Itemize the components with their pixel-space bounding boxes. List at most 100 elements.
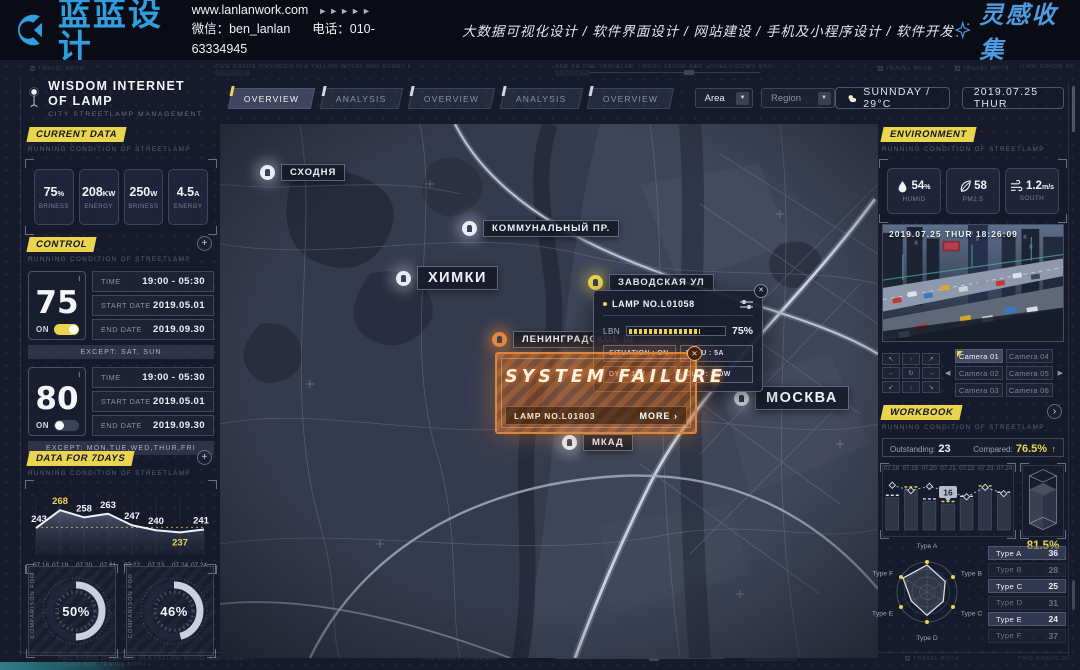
svg-text:247: 247 — [124, 511, 140, 522]
svg-text:237: 237 — [172, 537, 188, 548]
tab-analysis-1[interactable]: ANALYSIS — [320, 88, 403, 109]
website-link[interactable]: www.lanlanwork.com — [192, 3, 309, 17]
lanlan-logo-icon — [18, 10, 50, 50]
lamp-pin[interactable] — [396, 271, 411, 286]
lamp-pin[interactable] — [260, 165, 275, 180]
right-scrollbar[interactable] — [1072, 86, 1075, 132]
svg-text:263: 263 — [100, 500, 116, 511]
pan-down-left-button[interactable]: ↙ — [882, 381, 900, 393]
camera-next-button[interactable]: ▶ — [1057, 369, 1064, 377]
pan-right-button[interactable]: → — [922, 367, 940, 379]
schedule-toggle-2[interactable] — [54, 420, 79, 431]
system-failure-popup: ✕ SYSTEM FAILURE LAMP NO.L01803 MORE › — [495, 352, 697, 434]
type-row-f[interactable]: Type F37 — [988, 629, 1066, 643]
control-add-button[interactable]: + — [197, 236, 212, 251]
lamp-pin[interactable] — [562, 435, 577, 450]
tab-overview-2[interactable]: OVERVIEW — [407, 88, 495, 109]
reset-view-button[interactable]: ↻ — [902, 367, 920, 379]
failure-title: SYSTEM FAILURE — [505, 367, 687, 387]
control-group-2: ⌇ 80 ON TIME19:00 - 05:30 START DATE2019… — [28, 367, 214, 436]
left-frame-line — [20, 82, 21, 656]
camera-02-button[interactable]: Camera 02 — [955, 366, 1002, 380]
workbook-subtitle: RUNNING CONDITION OF STREETLAMP — [882, 424, 1064, 431]
workbook-bar-chart: 16 — [882, 465, 1014, 537]
inspiration-collect[interactable]: 灵感收集 — [954, 0, 1062, 65]
wind-card: 1.2m/s SOUTH — [1005, 168, 1059, 214]
type-row-b[interactable]: Type B28 — [988, 563, 1066, 577]
environment-panel: ENVIRONMENT RUNNING CONDITION OF STREETL… — [882, 124, 1064, 220]
pan-up-right-button[interactable]: ↗ — [922, 353, 940, 365]
control-panel: CONTROL + RUNNING CONDITION OF STREETLAM… — [28, 234, 214, 455]
camera-03-button[interactable]: Camera 03 — [955, 383, 1002, 397]
tab-overview-1[interactable]: OVERVIEW — [228, 88, 316, 109]
dashboard: TRAVEL BOTH TWO ROADS DIVERGED IN A YELL… — [0, 60, 1080, 670]
lamp-pin[interactable] — [462, 221, 477, 236]
mini-lamp-icon: ⌇ — [78, 275, 81, 283]
chevron-down-icon: ▼ — [818, 92, 831, 105]
type-row-e[interactable]: Type E24 — [988, 612, 1066, 626]
lamp-pin-failure[interactable] — [492, 332, 507, 347]
lamp-pin-warning[interactable] — [588, 275, 603, 290]
camera-06-button[interactable]: Camera 06 — [1006, 383, 1053, 397]
time-row: TIME19:00 - 05:30 — [92, 367, 214, 388]
camera-05-button[interactable]: Camera 05 — [1006, 366, 1053, 380]
pan-down-button[interactable]: ↓ — [902, 381, 920, 393]
pan-up-left-button[interactable]: ↖ — [882, 353, 900, 365]
seven-day-add-button[interactable]: + — [197, 450, 212, 465]
current-data-panel: CURRENT DATA RUNNING CONDITION OF STREET… — [28, 124, 214, 232]
map-label-shodnya: СХОДНЯ — [260, 164, 345, 181]
environment-cards: 54% HUMID 58 PM2.5 — [882, 162, 1064, 220]
svg-text:Type F: Type F — [872, 571, 893, 578]
current-data-subtitle: RUNNING CONDITION OF STREETLAMP — [28, 146, 214, 153]
schedule-toggle-1[interactable] — [54, 324, 79, 335]
more-button[interactable]: MORE › — [640, 411, 679, 421]
except-bar-1: EXCEPT: SAT, SUN — [28, 345, 214, 359]
sliders-icon[interactable] — [740, 299, 753, 309]
gauge-label: COMPARISON FOR — [128, 573, 134, 638]
logo-text: 蓝蓝设计 — [58, 0, 170, 63]
svg-text:243: 243 — [31, 514, 47, 525]
pan-left-button[interactable]: ← — [882, 367, 900, 379]
pan-up-button[interactable]: ↑ — [902, 353, 920, 365]
lbn-value: 75% — [732, 325, 753, 337]
svg-text:258: 258 — [76, 503, 92, 514]
right-scrollbar-lower[interactable] — [1072, 580, 1075, 610]
lanlan-logo[interactable]: 蓝蓝设计 — [18, 0, 170, 63]
gauge-value: 50% — [39, 574, 113, 648]
brightness-level-box-1: ⌇ 75 ON — [28, 271, 86, 340]
type-row-d[interactable]: Type D31 — [988, 596, 1066, 610]
sun-cloud-icon — [847, 93, 857, 104]
area-select[interactable]: Area▼ — [695, 88, 753, 108]
right-column: ENVIRONMENT RUNNING CONDITION OF STREETL… — [882, 60, 1064, 670]
start-date-row: START DATE2019.05.01 — [92, 295, 214, 316]
camera-feed[interactable]: 2019.07.25 THUR 18:26:09 — [882, 224, 1064, 342]
brand-banner: 蓝蓝设计 www.lanlanwork.com►►►►► 微信：ben_lanl… — [0, 0, 1080, 60]
type-analysis-section: Type AType BType CType DType EType F Typ… — [882, 542, 1064, 654]
end-date-row: END DATE2019.09.30 — [92, 319, 214, 340]
site-info: www.lanlanwork.com►►►►► 微信：ben_lanlan电话：… — [192, 1, 402, 59]
tab-overview-3[interactable]: OVERVIEW — [587, 88, 675, 109]
type-row-c[interactable]: Type C25 — [988, 579, 1066, 593]
region-select[interactable]: Region▼ — [761, 88, 835, 108]
mini-lamp-icon: ⌇ — [78, 371, 81, 379]
type-row-a[interactable]: Type A36 — [988, 546, 1066, 560]
city-map[interactable]: СХОДНЯ КОММУНАЛЬНЫЙ ПР. ХИМКИ ЗАВОДСКАЯ … — [220, 124, 878, 658]
camera-04-button[interactable]: Camera 04 — [1006, 349, 1053, 363]
chevron-down-icon: ▼ — [736, 92, 749, 105]
camera-prev-button[interactable]: ◀ — [944, 369, 951, 377]
prism-icon — [1023, 466, 1063, 536]
map-label-mkad: МКАД — [562, 434, 633, 451]
lamp-pin[interactable] — [734, 391, 749, 406]
svg-text:16: 16 — [943, 487, 953, 497]
camera-01-button[interactable]: Camera 01 — [955, 349, 1002, 363]
close-icon[interactable]: ✕ — [754, 284, 768, 298]
wind-icon — [1010, 180, 1023, 192]
environment-subtitle: RUNNING CONDITION OF STREETLAMP — [882, 146, 1064, 153]
workbook-next-button[interactable]: › — [1047, 404, 1062, 419]
lbn-label: LBN — [603, 327, 620, 336]
seven-day-tag: DATA FOR 7DAYS — [26, 451, 134, 466]
droplet-icon — [897, 180, 908, 193]
tab-analysis-2[interactable]: ANALYSIS — [500, 88, 583, 109]
close-icon[interactable]: ✕ — [687, 346, 702, 361]
pan-down-right-button[interactable]: ↘ — [922, 381, 940, 393]
